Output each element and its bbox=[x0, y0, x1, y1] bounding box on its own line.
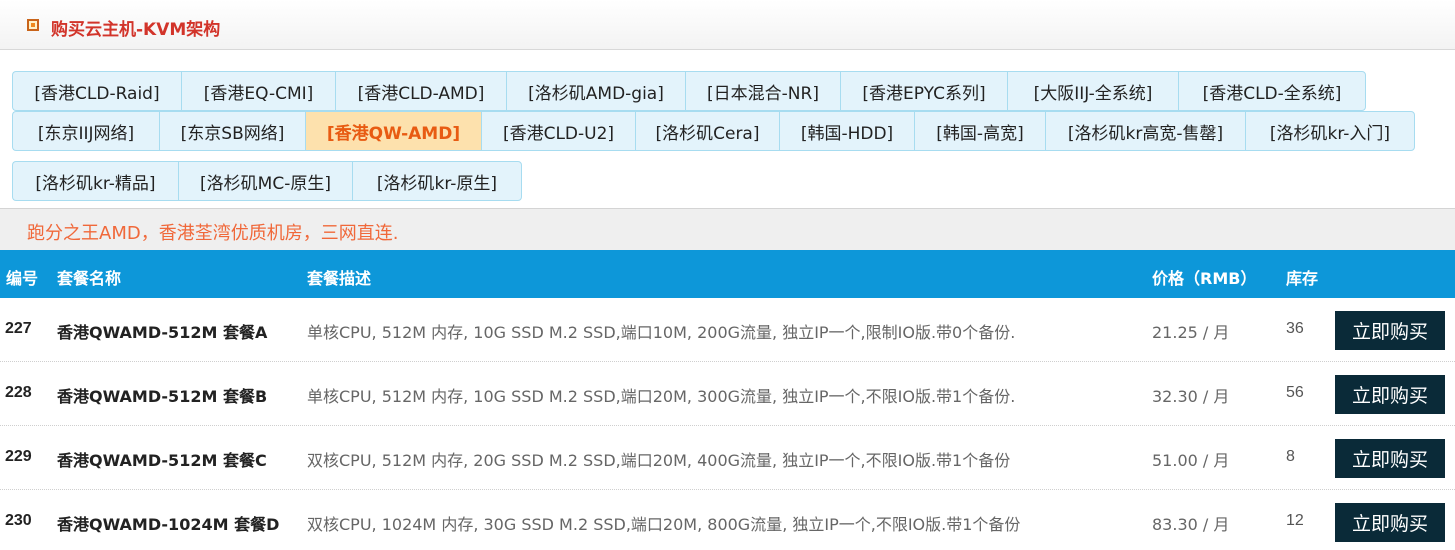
tab-hk-eq-cmi[interactable]: [香港EQ-CMI] bbox=[181, 71, 335, 111]
location-tabs: [香港CLD-Raid] [香港EQ-CMI] [香港CLD-AMD] [洛杉矶… bbox=[0, 50, 1455, 208]
tab-kr-hdd[interactable]: [韩国-HDD] bbox=[779, 111, 914, 151]
col-name-header: 套餐名称 bbox=[57, 269, 122, 288]
tab-hk-qw-amd[interactable]: [香港QW-AMD] bbox=[305, 111, 481, 151]
table-row: 230 香港QWAMD-1024M 套餐D 双核CPU, 1024M 内存, 3… bbox=[0, 490, 1455, 550]
plan-description: 双核CPU, 1024M 内存, 30G SSD M.2 SSD,端口20M, … bbox=[307, 515, 1021, 534]
plan-description: 单核CPU, 512M 内存, 10G SSD M.2 SSD,端口10M, 2… bbox=[307, 323, 1016, 342]
plan-id: 229 bbox=[5, 448, 32, 465]
tab-la-kr-high-bw[interactable]: [洛杉矶kr高宽-售罄] bbox=[1045, 111, 1245, 151]
plan-name: 香港QWAMD-512M 套餐C bbox=[57, 451, 267, 470]
tab-tokyo-iij[interactable]: [东京IIJ网络] bbox=[12, 111, 159, 151]
plan-description: 双核CPU, 512M 内存, 20G SSD M.2 SSD,端口20M, 4… bbox=[307, 451, 1011, 470]
table-row: 229 香港QWAMD-512M 套餐C 双核CPU, 512M 内存, 20G… bbox=[0, 426, 1455, 490]
promo-notice: 跑分之王AMD，香港荃湾优质机房，三网直连. bbox=[0, 208, 1455, 250]
tab-jp-mixed-nr[interactable]: [日本混合-NR] bbox=[685, 71, 840, 111]
tab-la-kr-premium[interactable]: [洛杉矶kr-精品] bbox=[12, 161, 178, 201]
plan-price: 51.00 / 月 bbox=[1152, 451, 1230, 470]
plan-name: 香港QWAMD-512M 套餐A bbox=[57, 323, 268, 342]
buy-now-button[interactable]: 立即购买 bbox=[1335, 311, 1445, 350]
tab-row-1: [香港CLD-Raid] [香港EQ-CMI] [香港CLD-AMD] [洛杉矶… bbox=[12, 71, 1366, 111]
tab-hk-epyc[interactable]: [香港EPYC系列] bbox=[840, 71, 1007, 111]
tab-la-kr-native[interactable]: [洛杉矶kr-原生] bbox=[352, 161, 522, 201]
tab-hk-cld-all[interactable]: [香港CLD-全系统] bbox=[1178, 71, 1366, 111]
col-desc-header: 套餐描述 bbox=[307, 269, 372, 288]
tab-kr-high-bw[interactable]: [韩国-高宽] bbox=[914, 111, 1045, 151]
col-id-header: 编号 bbox=[6, 269, 39, 288]
plan-name: 香港QWAMD-512M 套餐B bbox=[57, 387, 268, 406]
plan-price: 83.30 / 月 bbox=[1152, 515, 1230, 534]
plan-id: 227 bbox=[5, 320, 32, 337]
tab-osaka-iij[interactable]: [大阪IIJ-全系统] bbox=[1007, 71, 1178, 111]
buy-now-button[interactable]: 立即购买 bbox=[1335, 503, 1445, 542]
col-price-header: 价格（RMB） bbox=[1152, 269, 1257, 288]
plan-name: 香港QWAMD-1024M 套餐D bbox=[57, 515, 280, 534]
buy-now-button[interactable]: 立即购买 bbox=[1335, 375, 1445, 414]
tab-hk-cld-amd[interactable]: [香港CLD-AMD] bbox=[335, 71, 506, 111]
plan-stock: 56 bbox=[1286, 384, 1304, 401]
tab-row-3: [洛杉矶kr-精品] [洛杉矶MC-原生] [洛杉矶kr-原生] bbox=[12, 161, 522, 201]
tab-row-2: [东京IIJ网络] [东京SB网络] [香港QW-AMD] [香港CLD-U2]… bbox=[12, 111, 1415, 151]
promo-text: 跑分之王AMD，香港荃湾优质机房，三网直连. bbox=[27, 223, 399, 244]
tab-la-mc-native[interactable]: [洛杉矶MC-原生] bbox=[178, 161, 352, 201]
tab-la-cera[interactable]: [洛杉矶Cera] bbox=[635, 111, 779, 151]
tab-tokyo-sb[interactable]: [东京SB网络] bbox=[159, 111, 305, 151]
tab-la-amd-gia[interactable]: [洛杉矶AMD-gia] bbox=[506, 71, 685, 111]
plan-stock: 12 bbox=[1286, 512, 1304, 529]
plan-price: 32.30 / 月 bbox=[1152, 387, 1230, 406]
plan-stock: 8 bbox=[1286, 448, 1295, 465]
buy-now-button[interactable]: 立即购买 bbox=[1335, 439, 1445, 478]
plan-stock: 36 bbox=[1286, 320, 1304, 337]
page-title: 购买云主机-KVM架构 bbox=[51, 20, 221, 40]
plan-price: 21.25 / 月 bbox=[1152, 323, 1230, 342]
plan-description: 单核CPU, 512M 内存, 10G SSD M.2 SSD,端口20M, 3… bbox=[307, 387, 1016, 406]
plan-id: 230 bbox=[5, 512, 32, 529]
bullet-icon bbox=[27, 19, 39, 31]
col-stock-header: 库存 bbox=[1286, 269, 1319, 288]
table-row: 227 香港QWAMD-512M 套餐A 单核CPU, 512M 内存, 10G… bbox=[0, 298, 1455, 362]
table-header: 编号 套餐名称 套餐描述 价格（RMB） 库存 bbox=[0, 250, 1455, 298]
tab-hk-cld-u2[interactable]: [香港CLD-U2] bbox=[481, 111, 635, 151]
tab-la-kr-entry[interactable]: [洛杉矶kr-入门] bbox=[1245, 111, 1415, 151]
tab-hk-cld-raid[interactable]: [香港CLD-Raid] bbox=[12, 71, 181, 111]
table-row: 228 香港QWAMD-512M 套餐B 单核CPU, 512M 内存, 10G… bbox=[0, 362, 1455, 426]
plan-id: 228 bbox=[5, 384, 32, 401]
page-header: 购买云主机-KVM架构 bbox=[0, 0, 1455, 50]
